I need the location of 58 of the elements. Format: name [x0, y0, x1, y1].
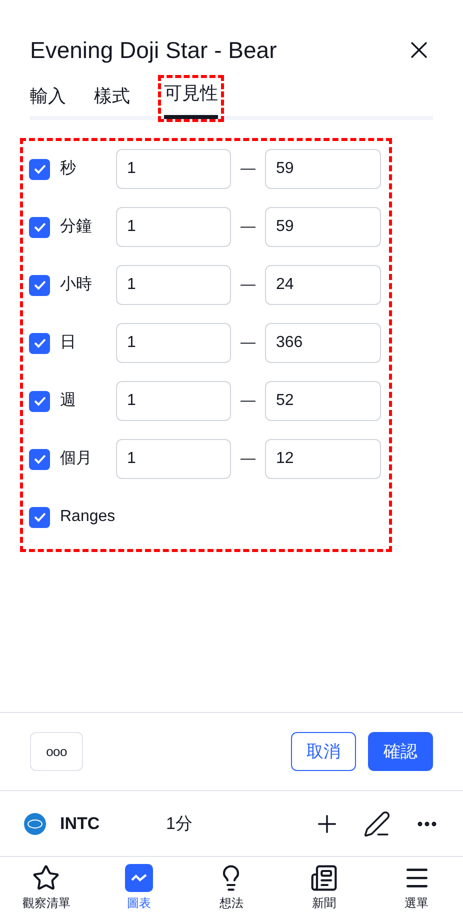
checkbox[interactable]	[29, 390, 50, 412]
star-icon	[32, 864, 60, 892]
row-label: 個月	[60, 449, 93, 469]
checkbox[interactable]	[29, 274, 50, 296]
row-label: 分鐘	[60, 217, 93, 237]
check-icon	[32, 162, 46, 176]
input-field[interactable]: 366	[265, 323, 381, 363]
range-dash: —	[240, 274, 256, 295]
cancel-button[interactable]: 取消	[291, 732, 356, 771]
ticker-symbol: INTC	[60, 812, 101, 835]
confirm-button[interactable]: 確認	[368, 732, 433, 771]
check-icon	[32, 452, 46, 466]
nav-tab[interactable]: 觀察清單	[0, 857, 93, 918]
range-dash: —	[240, 332, 256, 353]
nav-tab[interactable]: 新聞	[278, 857, 370, 918]
row-label: 秒	[60, 159, 77, 179]
range-dash: —	[240, 216, 256, 237]
checkbox[interactable]	[29, 448, 50, 470]
input-field[interactable]: 59	[265, 149, 381, 189]
input-field[interactable]: 12	[265, 439, 381, 479]
input-field[interactable]: 1	[116, 439, 231, 479]
company-logo-icon	[24, 812, 46, 834]
nav-tab[interactable]: 選單	[370, 857, 463, 918]
input-field[interactable]: 1	[116, 265, 231, 305]
row-label: 日	[60, 333, 77, 353]
range-dash: —	[240, 158, 256, 179]
newspaper-icon	[310, 864, 338, 892]
input-field[interactable]: 1	[116, 149, 231, 189]
checkbox[interactable]	[29, 216, 50, 238]
tab[interactable]: 輸入	[30, 83, 66, 116]
more-button[interactable]: ooo	[30, 732, 83, 771]
row-label: 小時	[60, 274, 93, 295]
dialog-title: Evening Doji Star - Bear	[30, 36, 277, 65]
chart-icon	[124, 864, 153, 892]
input-field[interactable]: 52	[265, 381, 381, 421]
range-dash: —	[240, 448, 256, 469]
check-icon	[32, 336, 46, 350]
row-label: 週	[60, 391, 77, 411]
pen-icon[interactable]	[363, 810, 391, 838]
row-label: Ranges	[60, 507, 116, 527]
input-field[interactable]: 1	[116, 381, 231, 421]
check-icon	[32, 510, 46, 524]
check-icon	[32, 220, 46, 234]
checkbox[interactable]	[29, 158, 50, 180]
nav-tab[interactable]: 圖表	[92, 857, 186, 918]
check-icon	[32, 394, 46, 408]
input-field[interactable]: 24	[265, 265, 381, 305]
interval-label: 1分	[166, 812, 192, 835]
nav-tab[interactable]: 想法	[185, 857, 278, 918]
check-icon	[32, 278, 46, 292]
checkbox[interactable]	[29, 506, 50, 528]
checkbox[interactable]	[29, 332, 50, 354]
input-field[interactable]: 1	[116, 207, 231, 247]
tab[interactable]: 樣式	[94, 83, 130, 116]
range-dash: —	[240, 390, 256, 411]
input-field[interactable]: 1	[116, 323, 231, 363]
input-field[interactable]: 59	[265, 207, 381, 247]
tab[interactable]: 可見性	[164, 80, 218, 119]
